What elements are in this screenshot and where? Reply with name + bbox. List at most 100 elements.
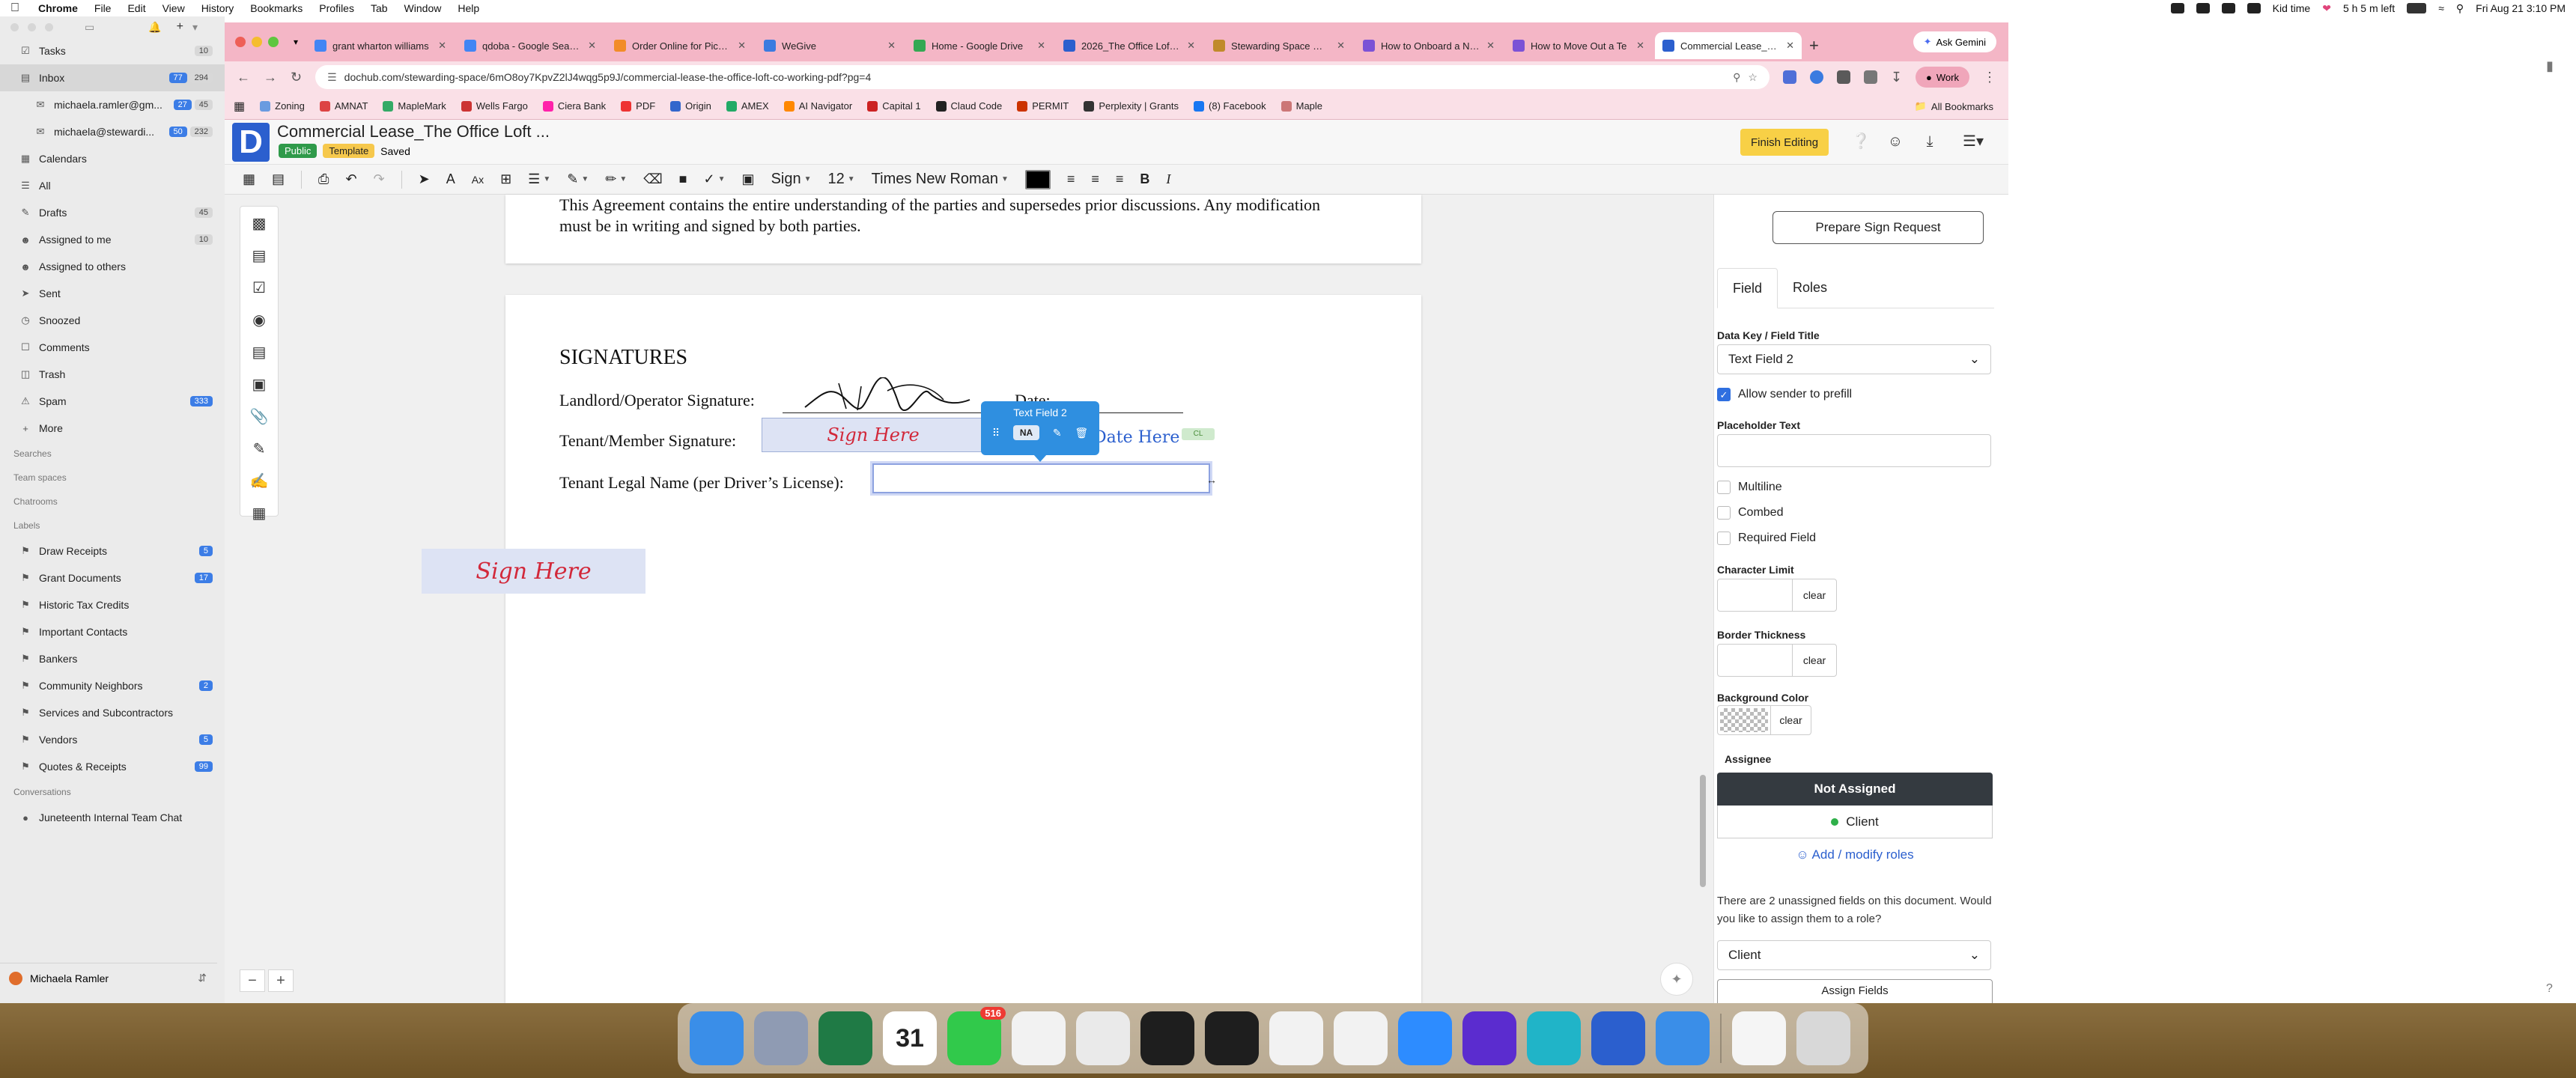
label-item[interactable]: ⚑ Important Contacts <box>0 618 225 645</box>
bookmark-item[interactable]: (8) Facebook <box>1194 100 1266 112</box>
tab-field[interactable]: Field <box>1717 268 1778 308</box>
battery-icon[interactable] <box>2407 3 2427 13</box>
voice-memos-app-icon[interactable] <box>1140 1011 1194 1065</box>
menu-item[interactable]: Edit <box>119 2 154 14</box>
bookmark-item[interactable]: Origin <box>670 100 711 112</box>
dropdown-tool-icon[interactable]: ▤ <box>252 343 267 362</box>
text-size-icon[interactable]: Ax <box>472 174 484 186</box>
clock-label[interactable]: Fri Aug 21 3:10 PM <box>2476 2 2566 14</box>
radio-tool-icon[interactable]: ◉ <box>252 311 265 329</box>
safari-app-icon[interactable] <box>1656 1011 1710 1065</box>
print-icon[interactable]: ⎙ <box>318 171 329 187</box>
conversation-item[interactable]: ● Juneteenth Internal Team Chat <box>0 804 225 831</box>
allow-prefill-checkbox[interactable]: ✓ Allow sender to prefill <box>1717 388 1852 401</box>
prepare-sign-request-button[interactable]: Prepare Sign Request <box>1772 211 1984 244</box>
text-field-tool-icon[interactable]: ▩ <box>252 214 267 233</box>
menu-item[interactable]: History <box>193 2 243 14</box>
signature-field-icon[interactable]: ✎ <box>253 439 266 458</box>
zoom-app-icon[interactable] <box>1398 1011 1452 1065</box>
image-field-icon[interactable]: ▣ <box>252 375 267 394</box>
mail-app-icon[interactable] <box>1076 1011 1130 1065</box>
launchpad-app-icon[interactable] <box>754 1011 808 1065</box>
menu-item[interactable]: Bookmarks <box>242 2 311 14</box>
clear-button[interactable]: clear <box>1793 645 1836 676</box>
bold-button[interactable]: B <box>1140 171 1149 187</box>
minimize-window-icon[interactable] <box>252 37 262 47</box>
tab-roles[interactable]: Roles <box>1778 268 1842 308</box>
tab-close-icon[interactable]: ✕ <box>1187 40 1195 52</box>
kid-time-label[interactable]: Kid time <box>2273 2 2311 14</box>
profile-button[interactable]: ● Work <box>1916 67 1969 88</box>
messages-app-icon[interactable]: 516 <box>947 1007 1006 1065</box>
sidebar-item-spam[interactable]: ⚠ Spam 333 <box>0 388 225 415</box>
sign-dropdown[interactable]: Sign ▼ <box>771 171 812 188</box>
multiline-checkbox[interactable]: Multiline <box>1717 481 1782 494</box>
highlighter-icon[interactable]: ✏ ▼ <box>605 171 627 187</box>
browser-tab[interactable]: How to Move Out a Te ✕ <box>1505 32 1652 59</box>
italic-button[interactable]: I <box>1166 171 1170 187</box>
menu-item[interactable]: Profiles <box>311 2 362 14</box>
sparkle-assistant-icon[interactable]: ✦ <box>1660 963 1693 996</box>
kebab-menu-icon[interactable]: ⋮ <box>1983 70 1996 85</box>
align-left-icon[interactable]: ≡ <box>1067 171 1075 187</box>
account-switcher[interactable]: Michaela Ramler ⇵ <box>0 963 217 993</box>
zoom-out-button[interactable]: − <box>240 969 265 992</box>
download-icon[interactable]: ⤓ <box>1919 130 1941 153</box>
add-modify-roles-link[interactable]: ☺ Add / modify roles <box>1717 847 1993 862</box>
sidebar-item-account-gmail[interactable]: ✉ michaela.ramler@gm... 27 45 <box>0 91 225 118</box>
section-header-conversations[interactable]: Conversations <box>0 780 225 804</box>
client-role-option[interactable]: Client <box>1717 806 1993 838</box>
tray-icon[interactable] <box>2221 3 2235 13</box>
label-item[interactable]: ⚑ Bankers <box>0 645 225 672</box>
thumbnails-grid-icon[interactable]: ▦ <box>243 171 255 187</box>
font-size-select[interactable]: 12 ▼ <box>828 171 855 188</box>
all-bookmarks-button[interactable]: 📁 All Bookmarks <box>1915 93 1993 120</box>
browser-tab[interactable]: grant wharton williams ✕ <box>307 32 454 59</box>
bookmark-item[interactable]: Zoning <box>260 100 305 112</box>
label-item[interactable]: ⚑ Draw Receipts 5 <box>0 538 225 564</box>
menu-item[interactable]: Tab <box>362 2 396 14</box>
menu-app-name[interactable]: Chrome <box>30 2 86 14</box>
sign-here-field[interactable]: Sign Here <box>762 418 985 452</box>
section-header-chatrooms[interactable]: Chatrooms <box>0 490 225 514</box>
word-app-icon[interactable] <box>1591 1011 1645 1065</box>
checkbox-icon[interactable] <box>1717 506 1731 520</box>
menu-item[interactable]: Window <box>396 2 450 14</box>
label-item[interactable]: ⚑ Vendors 5 <box>0 726 225 753</box>
resize-handle-icon[interactable]: ↔ <box>1206 474 1217 486</box>
scrollbar[interactable] <box>1700 775 1706 887</box>
tab-search-icon[interactable]: ▾ <box>294 37 298 47</box>
label-item[interactable]: ⚑ Historic Tax Credits <box>0 591 225 618</box>
zoom-in-button[interactable]: + <box>268 969 294 992</box>
initials-field-icon[interactable]: ✍ <box>250 472 269 490</box>
bookmark-item[interactable]: Claud Code <box>935 100 1002 112</box>
browser-tab[interactable]: Order Online for Pickup ✕ <box>607 32 753 59</box>
clickup-app-icon[interactable] <box>1012 1011 1066 1065</box>
sidebar-item-calendars[interactable]: ▦ Calendars <box>0 145 225 172</box>
comment-icon[interactable]: ■ <box>679 171 687 187</box>
sidebar-item-sent[interactable]: ➤ Sent <box>0 280 225 307</box>
browser-tab[interactable]: Stewarding Space — Se ✕ <box>1206 32 1352 59</box>
bookmark-item[interactable]: AMEX <box>726 100 769 112</box>
a-app-app-icon[interactable] <box>1334 1011 1388 1065</box>
align-center-icon[interactable]: ≡ <box>1091 171 1099 187</box>
apple-menu-icon[interactable]:  <box>0 1 30 15</box>
data-key-select[interactable]: Text Field 2 ⌄ <box>1717 344 1991 374</box>
bookmark-item[interactable]: PERMIT <box>1017 100 1069 112</box>
sidebar-toggle-icon[interactable]: ▮ <box>2546 58 2554 74</box>
bookmark-item[interactable]: Maple <box>1281 100 1322 112</box>
sidebar-item-assigned-to-others[interactable]: ☻ Assigned to others <box>0 253 225 280</box>
hamburger-menu-icon[interactable]: ☰▾ <box>1954 130 1992 153</box>
placeholder-text-input[interactable] <box>1717 434 1991 467</box>
window-dot[interactable] <box>10 22 19 31</box>
sidebar-toggle-icon[interactable]: ▭ <box>85 21 94 34</box>
clear-button[interactable]: clear <box>1770 706 1811 734</box>
bookmark-item[interactable]: Wells Fargo <box>461 100 528 112</box>
window-dot[interactable] <box>45 22 53 31</box>
date-here-field[interactable]: Date Here <box>1093 428 1179 447</box>
extension-icon[interactable] <box>1836 70 1850 84</box>
role-chip[interactable]: CL <box>1182 428 1215 440</box>
tab-close-icon[interactable]: ✕ <box>1636 40 1644 52</box>
bookmark-item[interactable]: AMNAT <box>319 100 368 112</box>
label-item[interactable]: ⚑ Grant Documents 17 <box>0 564 225 591</box>
